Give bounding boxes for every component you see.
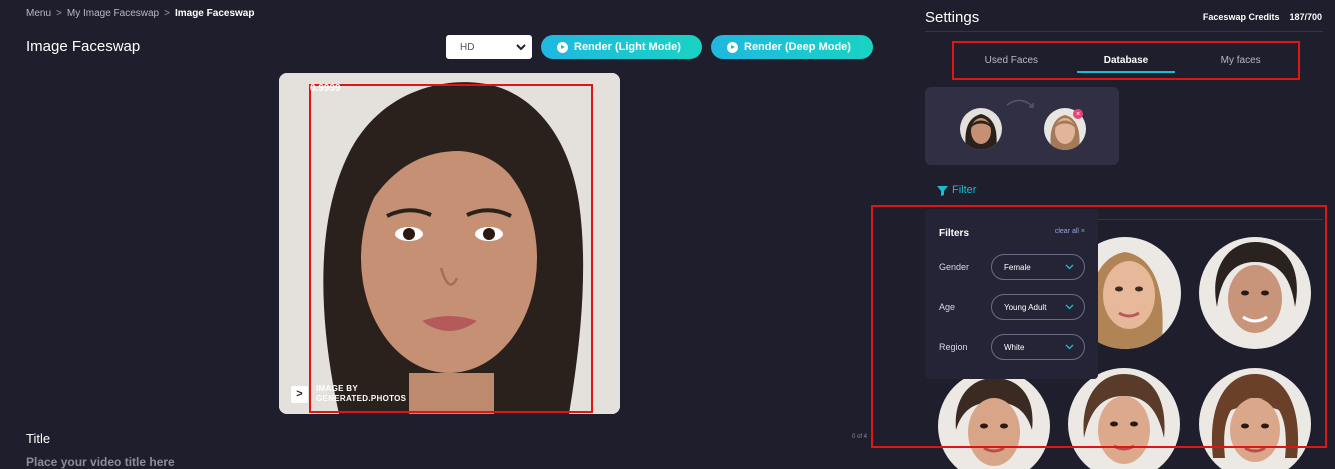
title-label: Title <box>26 431 51 446</box>
watermark: > IMAGE BY GENERATED.PHOTOS <box>291 384 406 404</box>
tab-used-faces[interactable]: Used Faces <box>954 43 1069 78</box>
watermark-line-1: IMAGE BY <box>316 384 358 393</box>
credits-label: Faceswap Credits <box>1202 12 1280 22</box>
filter-toggle-label: Filter <box>952 184 977 196</box>
page-title: Image Faceswap <box>26 38 141 55</box>
breadcrumb-item-current: Image Faceswap <box>174 8 255 19</box>
face-detection-box <box>309 84 593 413</box>
source-face-thumbnail[interactable] <box>960 108 1002 150</box>
database-highlight-box <box>871 205 1327 448</box>
chevron-down-icon <box>516 44 526 51</box>
tab-database[interactable]: Database <box>1069 43 1184 78</box>
generated-photos-logo: > <box>291 385 308 403</box>
title-input[interactable] <box>26 455 426 469</box>
quality-select-value: HD <box>460 41 475 53</box>
render-light-label: Render (Light Mode) <box>574 41 681 53</box>
title-char-counter: 0 of 4 <box>852 434 868 440</box>
breadcrumb-separator: > <box>164 8 170 19</box>
credits-value: 187/700 <box>1289 12 1322 22</box>
tab-my-faces[interactable]: My faces <box>1183 43 1298 78</box>
settings-title: Settings <box>925 9 980 26</box>
play-icon <box>727 41 738 53</box>
swap-arrow-icon <box>1006 99 1034 108</box>
breadcrumb-item-my-image-faceswap[interactable]: My Image Faceswap <box>67 8 159 19</box>
breadcrumb-item-menu[interactable]: Menu <box>26 8 51 19</box>
breadcrumb: Menu > My Image Faceswap > Image Faceswa… <box>26 8 254 19</box>
play-icon <box>557 41 568 53</box>
filter-toggle[interactable]: Filter <box>937 184 976 196</box>
face-swap-pair-card[interactable]: × <box>925 87 1119 165</box>
render-deep-button[interactable]: Render (Deep Mode) <box>711 35 873 59</box>
quality-select[interactable]: HD <box>446 35 532 59</box>
filter-funnel-icon <box>937 185 948 196</box>
watermark-line-2: GENERATED.PHOTOS <box>316 394 407 403</box>
preview-image: 0.9999 > IMAGE BY GENERATED.PHOTOS <box>279 73 620 414</box>
render-light-button[interactable]: Render (Light Mode) <box>541 35 702 59</box>
faceswap-credits: Faceswap Credits 187/700 <box>1203 12 1322 22</box>
breadcrumb-separator: > <box>56 8 62 19</box>
render-deep-label: Render (Deep Mode) <box>744 41 851 53</box>
face-source-tabs: Used Faces Database My faces <box>952 41 1300 80</box>
remove-face-icon[interactable]: × <box>1073 109 1083 119</box>
settings-divider <box>925 31 1323 32</box>
face-confidence-score: 0.9999 <box>310 83 341 94</box>
